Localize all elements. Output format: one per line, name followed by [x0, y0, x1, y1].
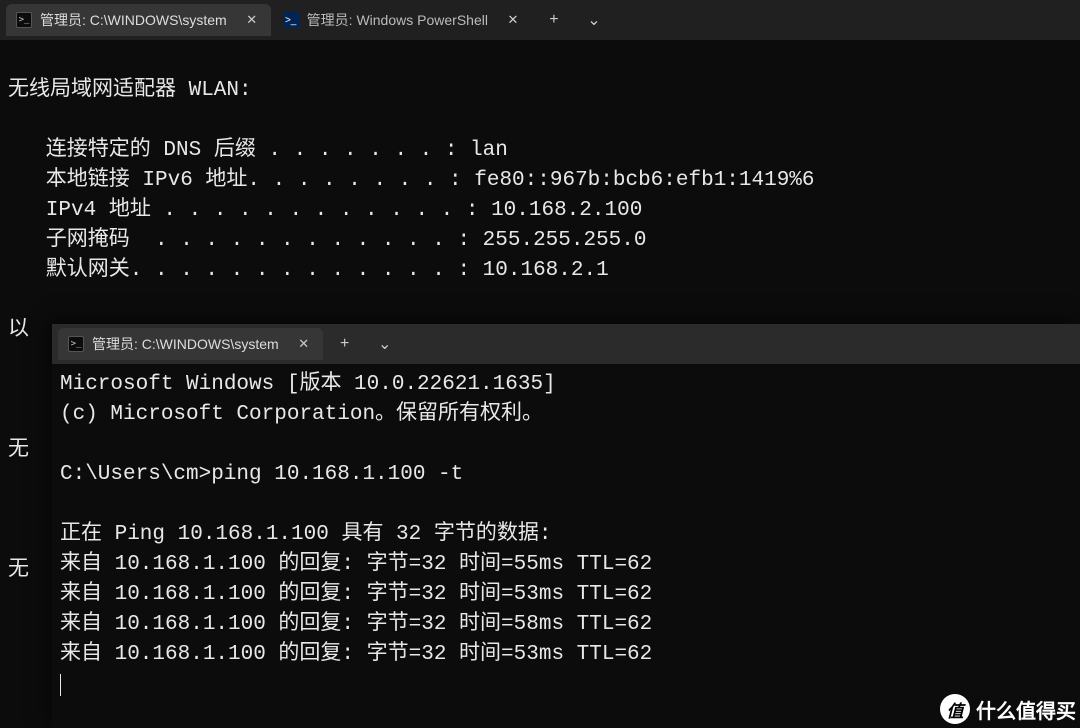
tab-label: 管理员: C:\WINDOWS\system	[40, 10, 227, 30]
tab-label: 管理员: Windows PowerShell	[307, 10, 488, 30]
watermark: 值 什么值得买	[940, 694, 1076, 724]
terminal-line: IPv4 地址 . . . . . . . . . . . . : 10.168…	[8, 199, 642, 222]
close-icon[interactable]: ✕	[243, 11, 261, 29]
tab-cmd[interactable]: >_ 管理员: C:\WINDOWS\system ✕	[58, 328, 323, 360]
terminal-line: 无线局域网适配器 WLAN:	[8, 79, 252, 102]
watermark-badge-icon: 值	[940, 694, 970, 724]
tab-powershell[interactable]: >_ 管理员: Windows PowerShell ✕	[273, 4, 532, 36]
terminal-line: 子网掩码 . . . . . . . . . . . . : 255.255.2…	[8, 229, 647, 252]
powershell-icon: >_	[283, 12, 299, 28]
terminal-line: 正在 Ping 10.168.1.100 具有 32 字节的数据:	[60, 523, 551, 546]
terminal-line: 来自 10.168.1.100 的回复: 字节=32 时间=53ms TTL=6…	[60, 643, 652, 666]
terminal-line: 本地链接 IPv6 地址. . . . . . . . : fe80::967b…	[8, 169, 815, 192]
text-cursor	[60, 674, 61, 696]
tab-dropdown-button[interactable]: ⌄	[365, 328, 405, 360]
terminal-line: Microsoft Windows [版本 10.0.22621.1635]	[60, 373, 556, 396]
terminal-line: 来自 10.168.1.100 的回复: 字节=32 时间=53ms TTL=6…	[60, 583, 652, 606]
new-tab-button[interactable]: +	[325, 328, 365, 360]
terminal-line: 无	[8, 439, 29, 462]
close-icon[interactable]: ✕	[295, 335, 313, 353]
terminal-line: 来自 10.168.1.100 的回复: 字节=32 时间=55ms TTL=6…	[60, 553, 652, 576]
terminal-line: 来自 10.168.1.100 的回复: 字节=32 时间=58ms TTL=6…	[60, 613, 652, 636]
cmd-icon: >_	[68, 336, 84, 352]
tab-dropdown-button[interactable]: ⌄	[574, 4, 614, 36]
tab-cmd[interactable]: >_ 管理员: C:\WINDOWS\system ✕	[6, 4, 271, 36]
terminal-output[interactable]: Microsoft Windows [版本 10.0.22621.1635] (…	[52, 364, 1080, 708]
terminal-line: C:\Users\cm>ping 10.168.1.100 -t	[60, 463, 463, 486]
cmd-icon: >_	[16, 12, 32, 28]
watermark-text: 什么值得买	[976, 695, 1076, 724]
tab-bar: >_ 管理员: C:\WINDOWS\system ✕ + ⌄	[52, 324, 1080, 364]
terminal-window-2: >_ 管理员: C:\WINDOWS\system ✕ + ⌄ Microsof…	[52, 324, 1080, 728]
close-icon[interactable]: ✕	[504, 11, 522, 29]
terminal-line: (c) Microsoft Corporation。保留所有权利。	[60, 403, 543, 426]
tab-label: 管理员: C:\WINDOWS\system	[92, 334, 279, 354]
terminal-line: 无	[8, 559, 29, 582]
terminal-line: 以	[8, 319, 29, 342]
terminal-line: 默认网关. . . . . . . . . . . . . : 10.168.2…	[8, 259, 609, 282]
new-tab-button[interactable]: +	[534, 4, 574, 36]
terminal-line: 连接特定的 DNS 后缀 . . . . . . . : lan	[8, 139, 508, 162]
tab-bar: >_ 管理员: C:\WINDOWS\system ✕ >_ 管理员: Wind…	[0, 0, 1080, 40]
